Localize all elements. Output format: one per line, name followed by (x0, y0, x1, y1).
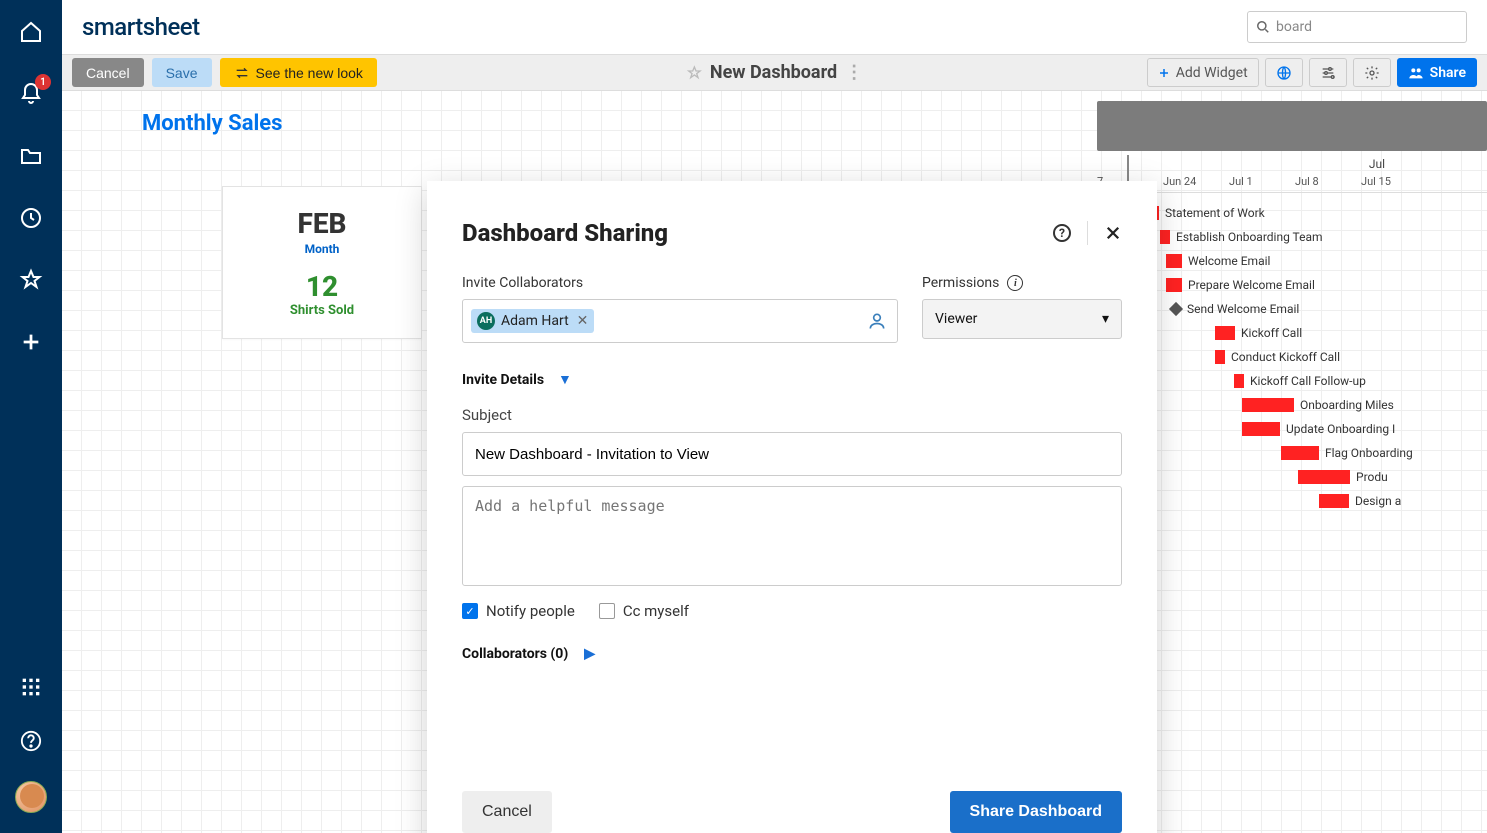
chip-remove-icon[interactable]: ✕ (577, 313, 589, 329)
gear-icon (1364, 65, 1380, 81)
milestone-icon (1169, 302, 1183, 316)
gantt-task-label: Flag Onboarding (1325, 446, 1413, 460)
metric-value: 12 (233, 270, 411, 303)
metric-month: FEB (233, 207, 411, 240)
folder-icon[interactable] (17, 142, 45, 170)
dashboard-title: New Dashboard ⋮ (686, 62, 863, 83)
top-bar: smartsheet board (62, 0, 1487, 54)
gantt-task-label: Produ (1356, 470, 1388, 484)
cc-checkbox[interactable]: Cc myself (599, 602, 689, 620)
invite-label: Invite Collaborators (462, 275, 898, 291)
gantt-task-label: Update Onboarding I (1286, 422, 1395, 436)
caret-down-icon: ▼ (558, 371, 572, 388)
settings-toggle-button[interactable] (1309, 58, 1347, 87)
settings-button[interactable] (1353, 58, 1391, 87)
gantt-bar (1242, 422, 1280, 436)
chevron-down-icon: ▾ (1102, 311, 1109, 327)
gantt-task-label: Prepare Welcome Email (1188, 278, 1315, 292)
invite-details-toggle[interactable]: Invite Details ▼ (462, 371, 1122, 388)
gantt-month: Jul (1087, 157, 1487, 171)
gantt-task-label: Kickoff Call (1241, 326, 1302, 340)
gantt-bar (1160, 230, 1170, 244)
modal-cancel-button[interactable]: Cancel (462, 791, 552, 833)
permissions-label: Permissions i (922, 275, 1122, 291)
publish-button[interactable] (1265, 58, 1303, 87)
share-button[interactable]: Share (1397, 58, 1477, 87)
gantt-col: Jul 1 (1229, 175, 1285, 188)
favorites-icon[interactable] (17, 266, 45, 294)
gantt-col: Jul 8 (1295, 175, 1351, 188)
gantt-col: Jun 24 (1163, 175, 1219, 188)
gantt-bar (1319, 494, 1349, 508)
permissions-select[interactable]: Viewer ▾ (922, 299, 1122, 339)
add-widget-button[interactable]: Add Widget (1147, 58, 1259, 87)
checkbox-unchecked-icon (599, 603, 615, 619)
message-input[interactable] (462, 486, 1122, 586)
metric-value-sub: Shirts Sold (233, 303, 411, 318)
search-icon (1256, 20, 1270, 34)
logo: smartsheet (82, 13, 200, 41)
gantt-bar (1166, 278, 1182, 292)
modal-close-icon[interactable] (1104, 224, 1122, 242)
people-icon (1408, 65, 1424, 81)
globe-icon (1276, 65, 1292, 81)
title-menu-icon[interactable]: ⋮ (845, 62, 863, 83)
new-look-button[interactable]: See the new look (220, 58, 377, 87)
gantt-bar (1215, 326, 1235, 340)
help-icon[interactable] (17, 727, 45, 755)
search-input[interactable]: board (1247, 11, 1467, 43)
metric-month-sub: Month (233, 242, 411, 256)
create-icon[interactable] (17, 328, 45, 356)
subject-input[interactable] (462, 432, 1122, 476)
notify-checkbox[interactable]: ✓ Notify people (462, 602, 575, 620)
collaborator-chip[interactable]: AH Adam Hart ✕ (471, 309, 594, 333)
subject-label: Subject (462, 406, 1122, 424)
plus-icon (1158, 67, 1170, 79)
modal-share-button[interactable]: Share Dashboard (950, 791, 1122, 833)
user-avatar[interactable] (15, 781, 47, 813)
star-icon[interactable] (686, 65, 702, 81)
left-nav-rail: 1 (0, 0, 62, 833)
gantt-col: Jul 15 (1361, 175, 1417, 188)
gantt-bar (1166, 254, 1182, 268)
gantt-task-label: Onboarding Miles (1300, 398, 1394, 412)
gantt-task-label: Welcome Email (1188, 254, 1270, 268)
gantt-task-label: Conduct Kickoff Call (1231, 350, 1340, 364)
notification-badge: 1 (35, 74, 51, 90)
gantt-task-label: Establish Onboarding Team (1176, 230, 1323, 244)
sharing-modal: Dashboard Sharing ? Invite Collaborators (427, 181, 1157, 833)
save-button[interactable]: Save (152, 58, 212, 87)
swap-icon (234, 65, 250, 81)
metric-card[interactable]: FEB Month 12 Shirts Sold (222, 186, 422, 339)
sliders-icon (1320, 65, 1336, 81)
dashboard-toolbar: Cancel Save See the new look New Dashboa… (62, 54, 1487, 91)
modal-help-icon[interactable]: ? (1053, 224, 1071, 242)
gantt-task-label: Kickoff Call Follow-up (1250, 374, 1366, 388)
checkbox-checked-icon: ✓ (462, 603, 478, 619)
gantt-bar (1281, 446, 1319, 460)
dashboard-canvas[interactable]: Monthly Sales FEB Month 12 Shirts Sold J… (62, 91, 1487, 833)
gantt-bar (1215, 350, 1225, 364)
contacts-icon[interactable] (867, 311, 887, 331)
gantt-task-label: Statement of Work (1165, 206, 1265, 220)
apps-icon[interactable] (17, 673, 45, 701)
gantt-task-label: Design a (1355, 494, 1401, 508)
search-placeholder: board (1276, 19, 1312, 35)
gantt-bar (1298, 470, 1350, 484)
gantt-task-label: Send Welcome Email (1187, 302, 1299, 316)
notifications-icon[interactable]: 1 (17, 80, 45, 108)
gantt-bar (1242, 398, 1294, 412)
recents-icon[interactable] (17, 204, 45, 232)
chip-avatar: AH (477, 312, 495, 330)
cancel-button[interactable]: Cancel (72, 58, 144, 87)
gantt-header-bar (1097, 101, 1487, 151)
caret-right-icon: ▶ (584, 646, 595, 662)
invite-input[interactable]: AH Adam Hart ✕ (462, 299, 898, 343)
gantt-bar (1234, 374, 1244, 388)
home-icon[interactable] (17, 18, 45, 46)
modal-title: Dashboard Sharing (462, 219, 668, 247)
chip-name: Adam Hart (501, 313, 569, 329)
collaborators-toggle[interactable]: Collaborators (0) ▶ (462, 646, 1122, 662)
info-icon[interactable]: i (1007, 275, 1023, 291)
